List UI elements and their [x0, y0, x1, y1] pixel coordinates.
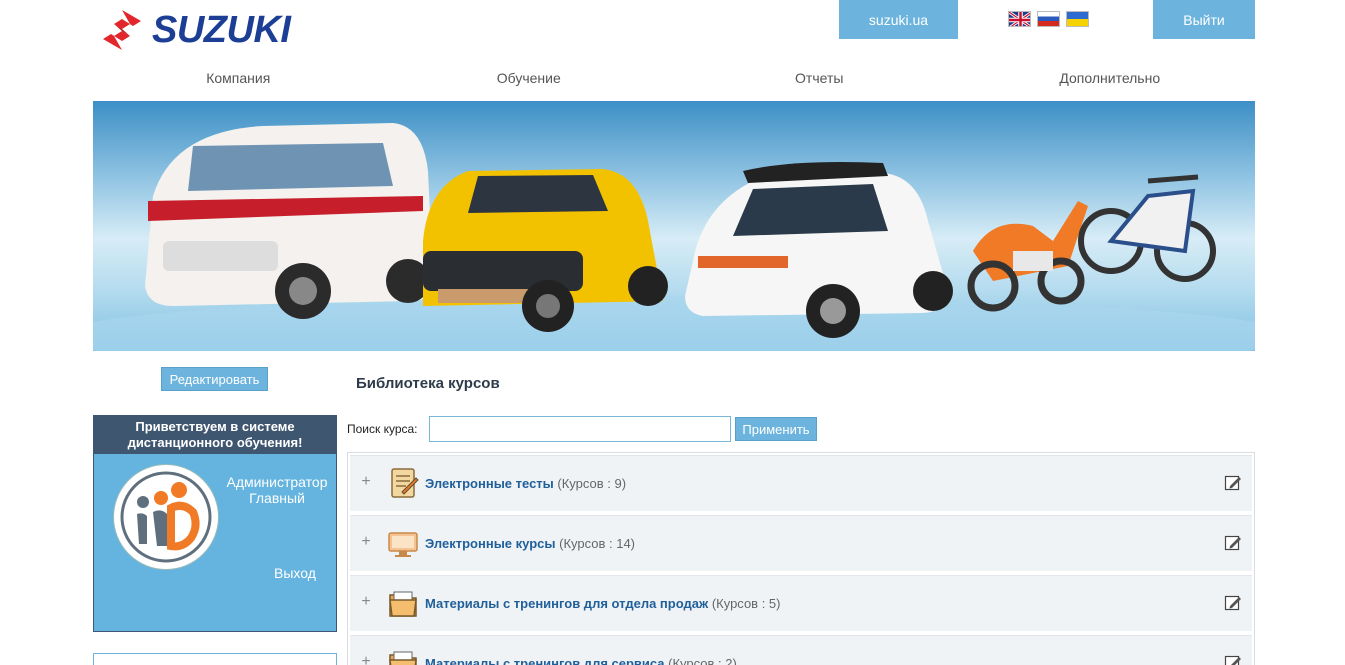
user-info: Администратор Главный — [222, 474, 332, 506]
category-count: (Курсов : 5) — [711, 596, 781, 611]
category-row: + Материалы с тренингов для сервиса (Кур… — [350, 635, 1252, 665]
edit-button[interactable]: Редактировать — [161, 367, 268, 391]
welcome-panel: Приветствуем в системе дистанционного об… — [93, 415, 337, 632]
van-illustration — [145, 123, 433, 319]
brand-name: SUZUKI — [152, 8, 291, 51]
category-count: (Курсов : 2) — [668, 656, 737, 665]
folder-icon — [389, 591, 417, 617]
category-link[interactable]: Материалы с тренингов для отдела продаж — [425, 596, 708, 611]
english-flag-icon[interactable] — [1008, 11, 1031, 27]
welcome-title: Приветствуем в системе дистанционного об… — [94, 416, 336, 454]
suzuki-logo[interactable]: SUZUKI — [100, 8, 291, 52]
category-row: + Материалы с тренингов для отдела прода… — [350, 575, 1252, 633]
suzuki-s-icon — [103, 10, 141, 50]
page-title: Библиотека курсов — [356, 375, 500, 392]
sidebar-secondary-box — [93, 653, 337, 665]
expand-icon[interactable]: + — [359, 654, 373, 665]
expand-icon[interactable]: + — [359, 594, 373, 610]
learning-system-logo-icon — [120, 471, 212, 563]
edit-icon[interactable] — [1224, 474, 1242, 492]
category-link[interactable]: Электронные тесты — [425, 476, 554, 491]
search-label: Поиск курса: — [347, 422, 418, 436]
avatar — [114, 465, 218, 569]
edit-icon[interactable] — [1224, 534, 1242, 552]
user-role: Администратор — [226, 474, 328, 490]
nav-item-additional[interactable]: Дополнительно — [965, 62, 1256, 94]
folder-icon — [389, 651, 417, 665]
sidebar-logout-link[interactable]: Выход — [274, 565, 316, 581]
test-icon — [391, 468, 419, 498]
banner-vehicles-illustration — [93, 123, 1255, 351]
ukrainian-flag-icon[interactable] — [1066, 11, 1089, 27]
scooter-illustration — [967, 201, 1088, 312]
edit-icon[interactable] — [1224, 594, 1242, 612]
edit-icon[interactable] — [1224, 654, 1242, 665]
category-row: + Электронные курсы (Курсов : 14) — [350, 515, 1252, 573]
search-input[interactable] — [429, 416, 731, 442]
hero-banner — [93, 101, 1255, 351]
category-link[interactable]: Электронные курсы — [425, 536, 555, 551]
language-switcher — [1008, 11, 1089, 27]
nav-item-training[interactable]: Обучение — [384, 62, 675, 94]
category-row: + Электронные тесты (Курсов : 9) — [350, 455, 1252, 513]
main-nav: Компания Обучение Отчеты Дополнительно — [93, 62, 1255, 94]
russian-flag-icon[interactable] — [1037, 11, 1060, 27]
user-name: Главный — [249, 490, 305, 506]
expand-icon[interactable]: + — [359, 534, 373, 550]
page: SUZUKI suzuki.ua Выйти Компания Обучение… — [0, 0, 1345, 665]
nav-item-company[interactable]: Компания — [93, 62, 384, 94]
white-car-illustration — [685, 162, 953, 338]
nav-item-reports[interactable]: Отчеты — [674, 62, 965, 94]
computer-icon — [388, 532, 418, 557]
category-link[interactable]: Материалы с тренингов для сервиса — [425, 656, 665, 665]
course-category-list: + Электронные тесты (Курсов : 9) + Элект… — [347, 452, 1255, 665]
expand-icon[interactable]: + — [359, 474, 373, 490]
apply-button[interactable]: Применить — [735, 417, 817, 441]
category-count: (Курсов : 9) — [557, 476, 627, 491]
motorbike-illustration — [1078, 174, 1216, 282]
site-link-button[interactable]: suzuki.ua — [839, 0, 958, 39]
category-count: (Курсов : 14) — [559, 536, 636, 551]
logout-button[interactable]: Выйти — [1153, 0, 1255, 39]
